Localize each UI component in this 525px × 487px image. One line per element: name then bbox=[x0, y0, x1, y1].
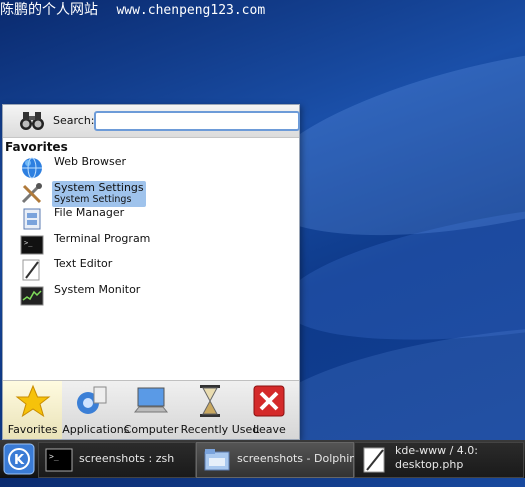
task-screenshots-dolphin[interactable]: screenshots - Dolphin bbox=[196, 442, 357, 478]
favorite-sublabel: System Settings bbox=[54, 193, 132, 205]
task-label-line1: kde-www / 4.0: bbox=[395, 444, 478, 457]
computer-icon bbox=[133, 387, 169, 413]
watermark-url: www.chenpeng123.com bbox=[116, 3, 266, 18]
tab-label: Computer bbox=[123, 423, 179, 436]
task-label: screenshots : zsh bbox=[79, 452, 175, 465]
search-bar: Search: bbox=[3, 105, 300, 138]
tab-label: Leave bbox=[253, 423, 286, 436]
tab-favorites[interactable]: Favorites bbox=[3, 381, 63, 439]
applications-icon bbox=[76, 386, 107, 414]
search-input[interactable] bbox=[94, 111, 300, 131]
watermark: 陈鹏的个人网站 www.chenpeng123.com bbox=[0, 0, 265, 20]
hourglass-icon bbox=[200, 385, 221, 417]
tab-applications[interactable]: Applications bbox=[62, 381, 130, 439]
tab-leave[interactable]: Leave bbox=[240, 381, 299, 439]
favorite-system-monitor[interactable]: System Monitor bbox=[3, 283, 299, 309]
kickoff-menu: Search: Favorites Web Browser System Set… bbox=[2, 104, 300, 440]
favorite-text-editor[interactable]: Text Editor bbox=[3, 257, 299, 283]
folder-icon bbox=[204, 449, 230, 471]
text-editor-icon bbox=[363, 447, 385, 473]
taskbar: K >_ screenshots : zsh screenshots - Dol… bbox=[0, 440, 525, 478]
tab-label: Applications bbox=[62, 423, 130, 436]
terminal-icon: >_ bbox=[45, 448, 73, 472]
favorite-system-settings[interactable]: System Settings System Settings bbox=[3, 180, 299, 207]
favorites-heading: Favorites bbox=[5, 140, 68, 154]
system-monitor-icon bbox=[20, 286, 44, 305]
task-kde-www-desktop-php[interactable]: kde-www / 4.0: desktop.php bbox=[354, 442, 524, 478]
text-editor-icon bbox=[22, 259, 40, 281]
favorite-web-browser[interactable]: Web Browser bbox=[3, 155, 299, 181]
tools-icon bbox=[21, 182, 42, 203]
binoculars-icon bbox=[20, 112, 44, 130]
tab-label: Favorites bbox=[7, 423, 58, 436]
globe-icon bbox=[22, 157, 42, 179]
favorite-terminal-program[interactable]: >_ Terminal Program bbox=[3, 232, 299, 258]
tab-label: Recently Used bbox=[180, 423, 260, 436]
tab-computer[interactable]: Computer bbox=[121, 381, 180, 439]
favorite-label: Terminal Program bbox=[54, 231, 151, 245]
favorite-label: System Monitor bbox=[54, 282, 141, 296]
task-screenshots-zsh[interactable]: >_ screenshots : zsh bbox=[38, 442, 196, 478]
star-icon bbox=[15, 384, 51, 418]
menu-tab-bar: Favorites Applications Computer Recently… bbox=[3, 380, 299, 439]
svg-text:>_: >_ bbox=[49, 452, 59, 461]
favorite-file-manager[interactable]: File Manager bbox=[3, 206, 299, 232]
favorites-list: Web Browser System Settings System Setti… bbox=[3, 155, 299, 308]
file-manager-icon bbox=[23, 208, 41, 230]
task-label-line2: desktop.php bbox=[395, 458, 464, 471]
favorite-label: Web Browser bbox=[54, 155, 127, 168]
leave-icon bbox=[253, 385, 285, 417]
kde-launcher-icon[interactable]: K bbox=[3, 443, 35, 475]
tab-recently-used[interactable]: Recently Used bbox=[180, 381, 260, 439]
terminal-icon: >_ bbox=[20, 235, 44, 254]
favorite-label: Text Editor bbox=[54, 257, 113, 270]
search-label: Search: bbox=[53, 114, 95, 127]
svg-text:K: K bbox=[14, 453, 25, 468]
favorite-label: System Settings bbox=[54, 180, 144, 194]
task-label: screenshots - Dolphin bbox=[237, 452, 357, 465]
svg-text:>_: >_ bbox=[24, 239, 33, 247]
wallpaper-wave bbox=[274, 174, 525, 366]
watermark-site-name: 陈鹏的个人网站 bbox=[0, 2, 98, 18]
favorite-label: File Manager bbox=[54, 206, 125, 219]
